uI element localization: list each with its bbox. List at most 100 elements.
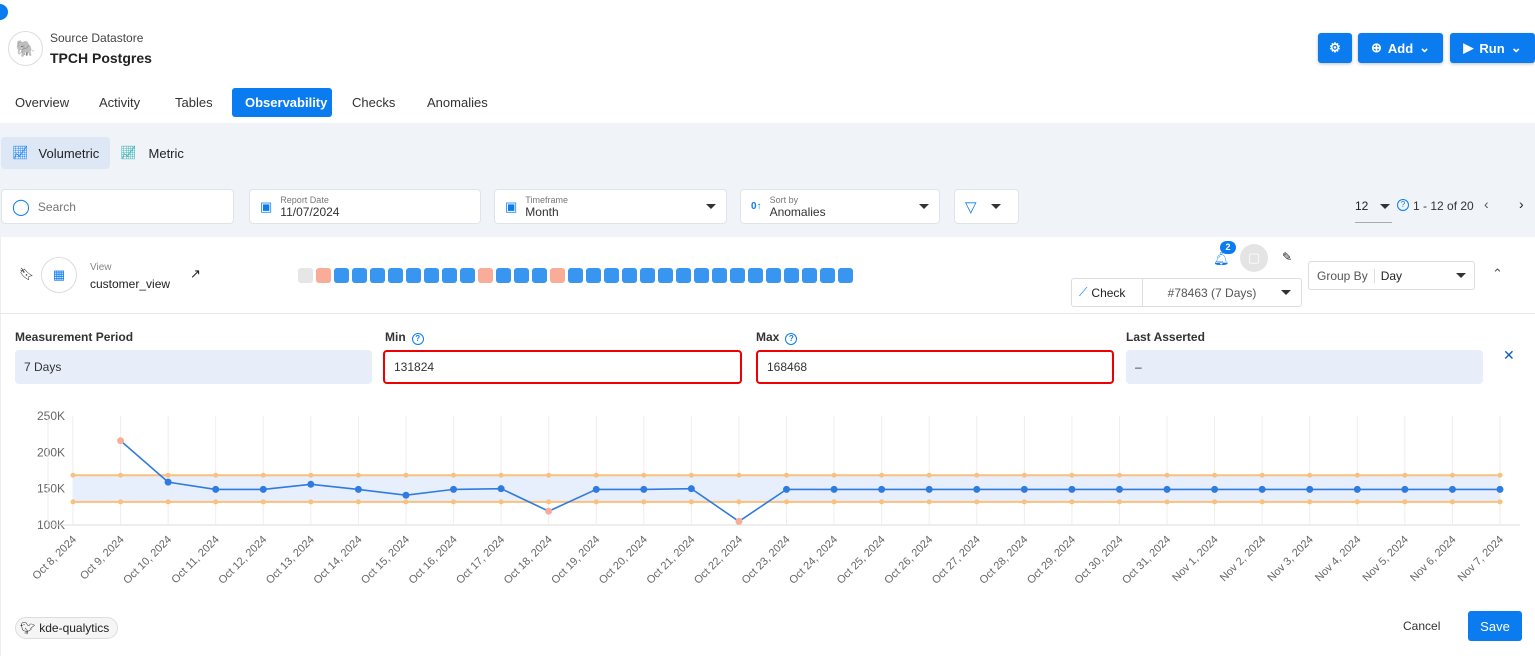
band-point: [1307, 499, 1313, 505]
tag-chip[interactable]: 🐦︎ kde-qualytics: [15, 617, 119, 639]
status-square-ok[interactable]: [424, 268, 439, 283]
period-field[interactable]: 7 Days: [15, 350, 372, 384]
max-field[interactable]: 168468: [756, 350, 1114, 384]
status-square-anomaly[interactable]: [316, 268, 331, 283]
x-tick-label: Oct 27, 2024: [930, 534, 983, 587]
data-point: [1115, 485, 1123, 493]
x-tick-label: Oct 16, 2024: [407, 534, 460, 587]
timeframe-value: Month: [525, 204, 559, 219]
collapse-icon[interactable]: ⌃: [1492, 266, 1503, 282]
status-square-ok[interactable]: [766, 268, 781, 283]
external-link-icon[interactable]: ↗: [190, 266, 201, 282]
status-square-ok[interactable]: [496, 268, 511, 283]
status-square-ok[interactable]: [370, 268, 385, 283]
group-by-select[interactable]: Group By Day: [1308, 261, 1475, 290]
status-square-ok[interactable]: [568, 268, 583, 283]
data-point: [1258, 485, 1266, 493]
status-square-ok[interactable]: [676, 268, 691, 283]
search-field[interactable]: [37, 199, 218, 214]
caret-down-icon: [1456, 273, 1466, 278]
next-page-button[interactable]: ›: [1519, 196, 1524, 212]
sort-select[interactable]: 0↑ Sort by Anomalies: [740, 189, 940, 224]
settings-button[interactable]: ⚙: [1318, 33, 1352, 63]
status-square-ok[interactable]: [334, 268, 349, 283]
data-point: [1448, 485, 1456, 493]
status-square-ok[interactable]: [622, 268, 637, 283]
status-square-ok[interactable]: [694, 268, 709, 283]
tab-observability[interactable]: Observability: [232, 88, 332, 117]
band-point: [260, 499, 266, 505]
tab-anomalies[interactable]: Anomalies: [414, 88, 501, 117]
status-square-ok[interactable]: [352, 268, 367, 283]
status-square-ok[interactable]: [802, 268, 817, 283]
check-select[interactable]: ⟋ Check #78463 (7 Days): [1071, 278, 1302, 307]
per-page-select[interactable]: 12: [1355, 199, 1392, 223]
tab-tables[interactable]: Tables: [162, 88, 226, 117]
status-square-ok[interactable]: [586, 268, 601, 283]
status-square-ok[interactable]: [388, 268, 403, 283]
band-point: [974, 472, 980, 478]
save-button[interactable]: Save: [1468, 611, 1522, 641]
prev-page-button[interactable]: ‹: [1484, 196, 1489, 212]
status-square-ok[interactable]: [406, 268, 421, 283]
add-button[interactable]: ⊕ Add ⌄: [1358, 33, 1443, 63]
period-label: Measurement Period: [15, 330, 134, 344]
comment-icon[interactable]: ▢: [1240, 244, 1268, 272]
status-square-ok[interactable]: [748, 268, 763, 283]
x-tick-label: Oct 12, 2024: [216, 534, 269, 587]
help-icon[interactable]: ?: [411, 333, 424, 345]
help-icon[interactable]: ?: [785, 333, 798, 345]
status-square-ok[interactable]: [838, 268, 853, 283]
band-point: [1402, 499, 1408, 505]
status-square-ok[interactable]: [730, 268, 745, 283]
band-point: [451, 472, 457, 478]
tab-checks[interactable]: Checks: [339, 88, 408, 117]
last-asserted-field[interactable]: –: [1126, 350, 1483, 384]
subtab-metric[interactable]: 📈︎ Metric: [120, 137, 184, 169]
min-label-text: Min: [385, 330, 406, 344]
status-square-ok[interactable]: [460, 268, 475, 283]
status-square-anomaly[interactable]: [550, 268, 565, 283]
status-square-ok[interactable]: [820, 268, 835, 283]
status-square-ok[interactable]: [640, 268, 655, 283]
status-square-none[interactable]: [298, 268, 313, 283]
edit-icon[interactable]: ✎: [1282, 250, 1292, 264]
min-label: Min?: [385, 330, 424, 345]
container-name[interactable]: customer_view: [90, 277, 170, 291]
status-square-ok[interactable]: [712, 268, 727, 283]
status-dot: [0, 4, 8, 20]
status-square-ok[interactable]: [784, 268, 799, 283]
close-icon[interactable]: ✕: [1503, 347, 1515, 364]
band-point: [1164, 472, 1170, 478]
x-tick-label: Oct 9, 2024: [78, 534, 127, 583]
group-by-value: Day: [1380, 268, 1403, 283]
report-date-label: Report Date: [280, 194, 329, 205]
tab-overview[interactable]: Overview: [2, 88, 82, 117]
status-square-ok[interactable]: [514, 268, 529, 283]
data-point: [259, 485, 267, 493]
band-point: [70, 499, 76, 505]
search-input[interactable]: ◯: [1, 189, 234, 224]
cancel-button[interactable]: Cancel: [1403, 619, 1440, 633]
status-square-ok[interactable]: [658, 268, 673, 283]
x-tick-label: Oct 15, 2024: [359, 534, 412, 587]
data-point: [212, 485, 220, 493]
filter-button[interactable]: ▽: [954, 189, 1019, 224]
status-timeline: [298, 268, 856, 283]
band-point: [593, 472, 599, 478]
data-point: [1306, 485, 1314, 493]
report-date-picker[interactable]: ▣ Report Date 11/07/2024: [249, 189, 481, 224]
subtab-volumetric[interactable]: 📈︎ Volumetric: [1, 137, 110, 169]
anomaly-point: [735, 517, 743, 525]
run-button[interactable]: ▶ Run ⌄: [1450, 33, 1535, 63]
status-square-ok[interactable]: [442, 268, 457, 283]
status-square-anomaly[interactable]: [478, 268, 493, 283]
line-chart-icon: 📈︎: [12, 145, 29, 160]
min-field[interactable]: 131824: [383, 350, 742, 384]
tab-activity[interactable]: Activity: [86, 88, 153, 117]
status-square-ok[interactable]: [604, 268, 619, 283]
bookmark-icon[interactable]: 🔖︎: [19, 267, 34, 281]
calendar-icon: ▣: [505, 198, 518, 214]
status-square-ok[interactable]: [532, 268, 547, 283]
timeframe-select[interactable]: ▣ Timeframe Month: [494, 189, 727, 224]
